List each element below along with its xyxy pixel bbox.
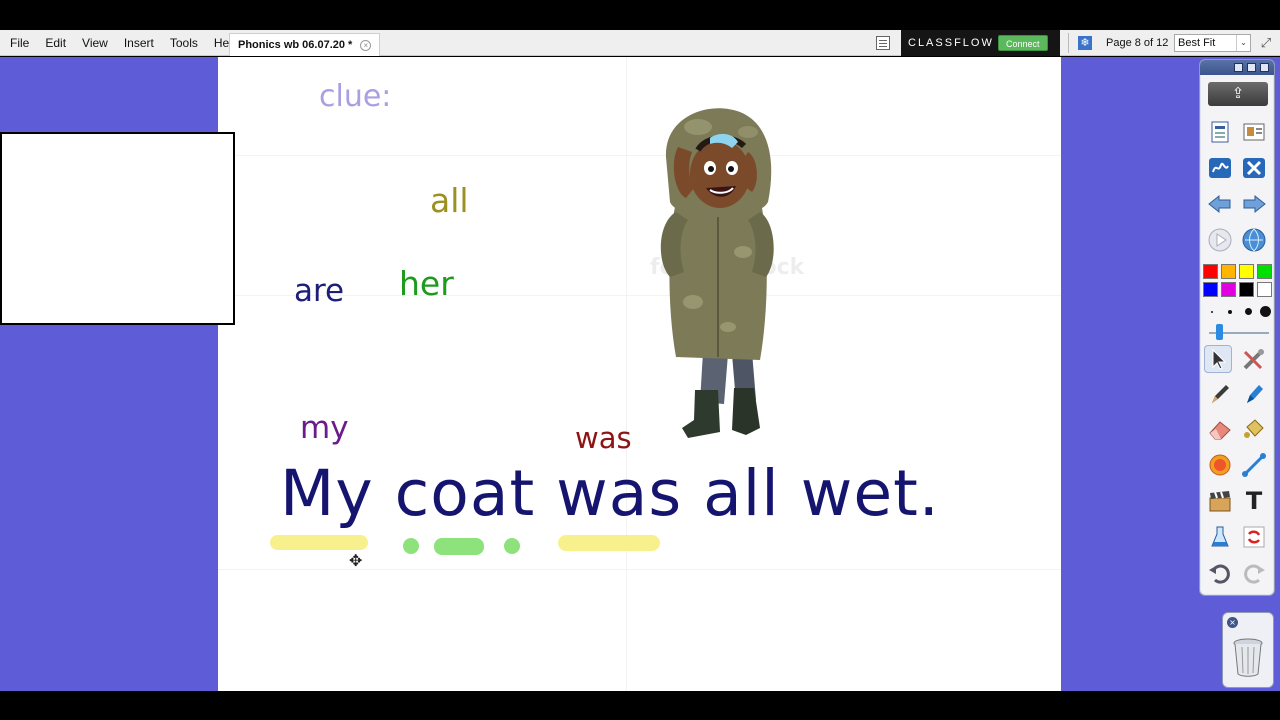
clapperboard-icon[interactable] bbox=[1206, 487, 1234, 515]
clue-label[interactable]: clue: bbox=[319, 79, 391, 114]
connect-button[interactable]: Connect bbox=[998, 35, 1048, 51]
app-window: File Edit View Insert Tools Help Phonics… bbox=[0, 0, 1280, 720]
eraser-icon[interactable] bbox=[1206, 415, 1234, 443]
classflow-logo: CLASSFLOW bbox=[908, 37, 994, 49]
grid-line bbox=[626, 57, 627, 691]
handwriting-icon[interactable] bbox=[1206, 154, 1234, 182]
highlighter-icon[interactable] bbox=[1240, 380, 1268, 408]
word-card-all[interactable]: all bbox=[430, 181, 469, 220]
workspace: clue: all are her my was fotolia stock bbox=[0, 57, 1280, 691]
main-toolbox: ⇪ T bbox=[1199, 59, 1275, 596]
export-icon[interactable]: ⇪ bbox=[1208, 82, 1268, 106]
play-icon[interactable] bbox=[1206, 226, 1234, 254]
toolbox-header[interactable] bbox=[1200, 60, 1274, 75]
toolbox-menu-icon[interactable] bbox=[1234, 63, 1243, 72]
zoom-select[interactable]: Best Fit ⌄ bbox=[1174, 34, 1251, 52]
word-card-was[interactable]: was bbox=[575, 421, 632, 455]
page-view-icon[interactable] bbox=[876, 36, 890, 50]
pen-width-xs[interactable] bbox=[1211, 311, 1213, 313]
grid-line bbox=[218, 295, 1061, 296]
pen-icon[interactable] bbox=[1206, 380, 1234, 408]
color-swatch-green[interactable] bbox=[1257, 264, 1272, 279]
color-swatch-orange[interactable] bbox=[1221, 264, 1236, 279]
tools-icon[interactable] bbox=[1240, 154, 1268, 182]
trash-can-icon[interactable] bbox=[1232, 637, 1264, 677]
fill-icon[interactable] bbox=[1240, 415, 1268, 443]
classflow-panel: CLASSFLOW Connect bbox=[901, 30, 1060, 56]
select-icon[interactable] bbox=[1204, 345, 1232, 373]
snowflake-icon[interactable]: ❄ bbox=[1078, 36, 1092, 50]
highlight-stroke[interactable] bbox=[558, 535, 660, 551]
grid-line bbox=[218, 155, 1061, 156]
color-swatch-red[interactable] bbox=[1203, 264, 1218, 279]
color-swatch-yellow[interactable] bbox=[1239, 264, 1254, 279]
slider-handle[interactable] bbox=[1216, 324, 1223, 340]
color-swatch-blue[interactable] bbox=[1203, 282, 1218, 297]
menu-bar: File Edit View Insert Tools Help Phonics… bbox=[0, 30, 1280, 56]
move-cursor-icon: ✥ bbox=[349, 551, 363, 570]
menu-file[interactable]: File bbox=[0, 30, 37, 56]
menu-edit[interactable]: Edit bbox=[37, 30, 74, 56]
page-indicator: Page 8 of 12 bbox=[1106, 37, 1169, 49]
divider bbox=[1068, 33, 1069, 53]
toolbox-close-icon[interactable] bbox=[1260, 63, 1269, 72]
page-browser-icon[interactable] bbox=[1206, 118, 1234, 146]
zoom-value: Best Fit bbox=[1178, 37, 1216, 49]
text-icon[interactable]: T bbox=[1240, 487, 1268, 515]
fullscreen-icon[interactable]: ⤢ bbox=[1258, 35, 1274, 51]
toolbox-pin-icon[interactable] bbox=[1247, 63, 1256, 72]
document-tab-title: Phonics wb 06.07.20 * bbox=[238, 39, 353, 51]
word-card-are[interactable]: are bbox=[294, 273, 344, 309]
settings-icon[interactable] bbox=[1240, 345, 1268, 373]
word-card-her[interactable]: her bbox=[399, 264, 454, 303]
pen-width-s[interactable] bbox=[1228, 310, 1232, 314]
trash-panel: × bbox=[1222, 612, 1274, 688]
cover-rectangle[interactable] bbox=[0, 132, 235, 325]
connector-icon[interactable] bbox=[1240, 451, 1268, 479]
previous-page-icon[interactable] bbox=[1206, 190, 1234, 218]
next-page-icon[interactable] bbox=[1240, 190, 1268, 218]
shape-icon[interactable] bbox=[1206, 451, 1234, 479]
menu-insert[interactable]: Insert bbox=[116, 30, 162, 56]
color-swatch-white[interactable] bbox=[1257, 282, 1272, 297]
word-card-my[interactable]: my bbox=[300, 410, 349, 446]
chevron-down-icon: ⌄ bbox=[1236, 35, 1250, 51]
highlight-stroke[interactable] bbox=[270, 535, 368, 550]
document-tab[interactable]: Phonics wb 06.07.20 * × bbox=[229, 33, 381, 56]
close-tab-icon[interactable]: × bbox=[360, 39, 372, 51]
grid-line bbox=[218, 569, 1061, 570]
flipchart-page[interactable]: clue: all are her my was fotolia stock bbox=[218, 57, 1061, 691]
sentence-text[interactable]: My coat was all wet. bbox=[280, 457, 940, 530]
menu-view[interactable]: View bbox=[74, 30, 116, 56]
globe-icon[interactable] bbox=[1240, 226, 1268, 254]
reset-page-icon[interactable] bbox=[1240, 523, 1268, 551]
color-swatch-magenta[interactable] bbox=[1221, 282, 1236, 297]
pen-width-l[interactable] bbox=[1260, 306, 1271, 317]
highlight-stroke[interactable] bbox=[434, 538, 484, 555]
color-swatch-black[interactable] bbox=[1238, 281, 1255, 298]
boy-in-raincoat-illustration[interactable] bbox=[648, 102, 788, 442]
highlight-dot[interactable] bbox=[403, 538, 419, 554]
resource-browser-icon[interactable] bbox=[1240, 118, 1268, 146]
menu-tools[interactable]: Tools bbox=[162, 30, 206, 56]
redo-icon[interactable] bbox=[1240, 559, 1268, 587]
close-icon[interactable]: × bbox=[1227, 617, 1238, 628]
undo-icon[interactable] bbox=[1206, 559, 1234, 587]
reveal-icon[interactable] bbox=[1206, 523, 1234, 551]
pen-width-m[interactable] bbox=[1245, 308, 1252, 315]
highlight-dot[interactable] bbox=[504, 538, 520, 554]
